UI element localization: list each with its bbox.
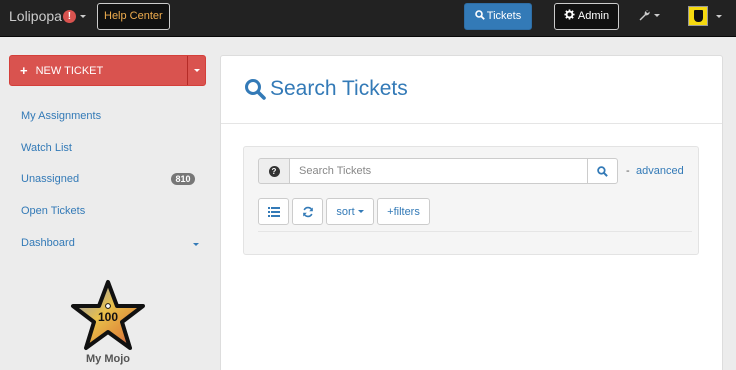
brand-name: Lolipopa bbox=[9, 8, 62, 24]
sidebar-item-my-assignments[interactable]: My Assignments bbox=[21, 110, 101, 122]
plus-icon: + bbox=[20, 63, 28, 78]
admin-button[interactable]: Admin bbox=[554, 3, 619, 30]
question-icon: ? bbox=[268, 165, 280, 177]
chevron-down-icon bbox=[193, 69, 200, 72]
panel-heading: Search Tickets bbox=[221, 56, 722, 124]
search-submit-button[interactable] bbox=[587, 158, 618, 184]
avatar-ferrari-icon bbox=[688, 6, 708, 26]
divider bbox=[258, 231, 692, 232]
tickets-button[interactable]: Tickets bbox=[464, 3, 532, 30]
sidebar-item-watch-list[interactable]: Watch List bbox=[21, 142, 72, 154]
mojo-label: My Mojo bbox=[86, 353, 130, 365]
top-navbar: Lolipopa ! Help Center Tickets Admin bbox=[0, 0, 736, 37]
sidebar-item-unassigned[interactable]: Unassigned bbox=[21, 173, 79, 185]
separator-dash: - bbox=[626, 165, 630, 177]
alert-badge: ! bbox=[62, 9, 76, 23]
search-icon bbox=[474, 10, 485, 20]
chevron-down-icon[interactable] bbox=[193, 243, 199, 246]
advanced-search-link[interactable]: advanced bbox=[636, 165, 684, 177]
user-menu[interactable] bbox=[688, 6, 722, 26]
sidebar-item-open-tickets[interactable]: Open Tickets bbox=[21, 205, 85, 217]
search-icon bbox=[597, 165, 608, 177]
chevron-down-icon bbox=[357, 210, 364, 213]
help-center-button[interactable]: Help Center bbox=[97, 3, 170, 30]
sort-label: sort bbox=[336, 205, 355, 218]
new-ticket-label: NEW TICKET bbox=[35, 64, 104, 77]
chevron-down-icon bbox=[79, 14, 86, 18]
refresh-button[interactable] bbox=[292, 198, 323, 225]
filters-button[interactable]: +filters bbox=[377, 198, 430, 225]
new-ticket-button-group: + NEW TICKET bbox=[9, 55, 206, 86]
mojo-star-icon: 100 bbox=[71, 280, 145, 350]
tickets-label: Tickets bbox=[486, 10, 522, 22]
search-help-button[interactable]: ? bbox=[258, 158, 290, 184]
mojo-value: 100 bbox=[98, 310, 118, 324]
chevron-down-icon bbox=[654, 13, 660, 17]
chevron-down-icon bbox=[716, 14, 722, 18]
new-ticket-dropdown-toggle[interactable] bbox=[187, 56, 205, 85]
sidebar-item-dashboard[interactable]: Dashboard bbox=[21, 237, 75, 249]
list-icon bbox=[267, 206, 280, 217]
tools-menu[interactable] bbox=[638, 9, 660, 21]
search-input[interactable] bbox=[289, 158, 588, 184]
gear-icon bbox=[564, 9, 575, 20]
search-icon bbox=[245, 79, 266, 100]
wrench-icon bbox=[639, 10, 650, 21]
unassigned-count-badge: 810 bbox=[171, 173, 195, 185]
brand-menu[interactable]: Lolipopa ! bbox=[9, 8, 86, 24]
refresh-icon bbox=[302, 206, 313, 217]
sort-dropdown[interactable]: sort bbox=[326, 198, 374, 225]
admin-label: Admin bbox=[577, 10, 610, 22]
new-ticket-button[interactable]: + NEW TICKET bbox=[10, 56, 187, 85]
page-title: Search Tickets bbox=[270, 77, 408, 100]
list-view-button[interactable] bbox=[258, 198, 289, 225]
